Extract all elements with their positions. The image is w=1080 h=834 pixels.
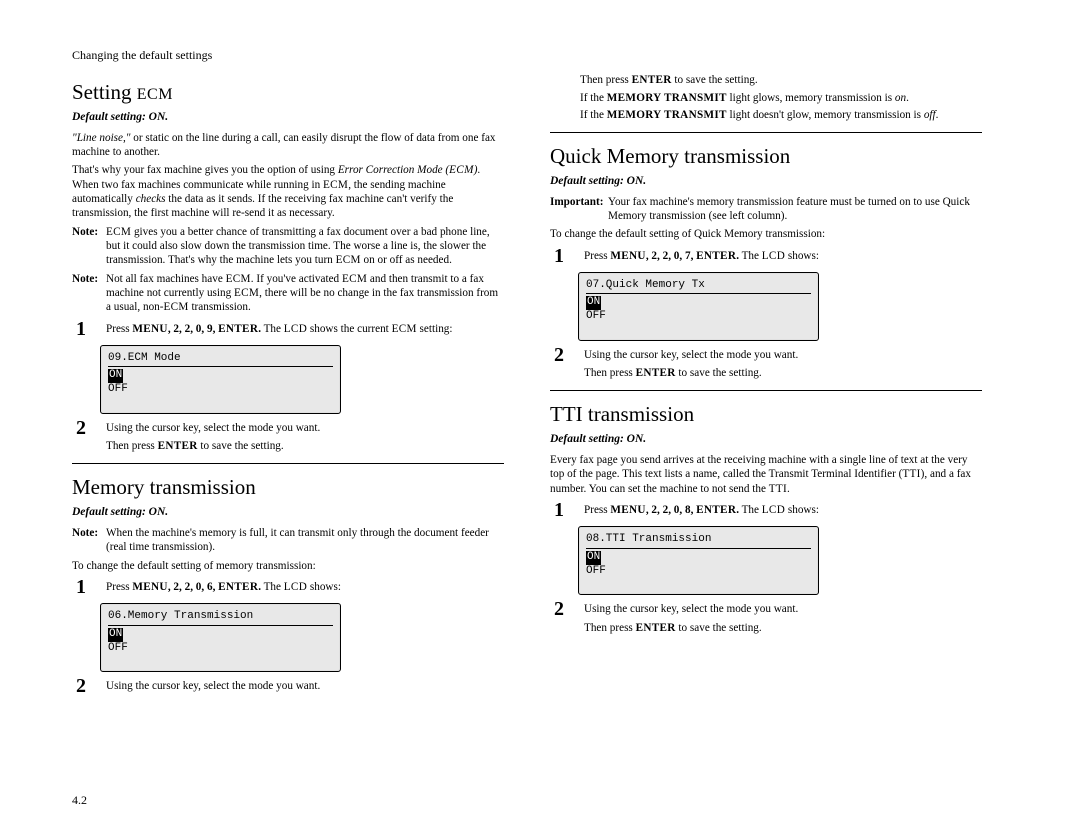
qm-intro: To change the default setting of Quick M… — [550, 227, 982, 241]
lcd-tti: 08.TTI Transmission ON OFF — [578, 526, 819, 595]
default-setting-ecm: Default setting: ON. — [72, 110, 504, 125]
default-setting-qm: Default setting: ON. — [550, 174, 982, 189]
default-setting-memtx: Default setting: ON. — [72, 505, 504, 520]
right-column: Then press ENTER to save the setting. If… — [550, 69, 982, 700]
qm-step-1: 1 Press MENU, 2, 2, 0, 7, ENTER. The LCD… — [554, 246, 982, 266]
default-setting-tti: Default setting: ON. — [550, 432, 982, 447]
ecm-step-2: 2 Using the cursor key, select the mode … — [76, 418, 504, 454]
tti-step-1: 1 Press MENU, 2, 2, 0, 8, ENTER. The LCD… — [554, 500, 982, 520]
divider — [550, 390, 982, 391]
tti-para: Every fax page you send arrives at the r… — [550, 453, 982, 496]
page: Changing the default settings Setting EC… — [0, 0, 1080, 730]
ecm-para-2: That's why your fax machine gives you th… — [72, 163, 504, 220]
lcd-memtx: 06.Memory Transmission ON OFF — [100, 603, 341, 672]
memtx-note: Note: When the machine's memory is full,… — [72, 526, 504, 555]
tti-step-2: 2 Using the cursor key, select the mode … — [554, 599, 982, 635]
ecm-note-1: Note: ECM gives you a better chance of t… — [72, 225, 504, 268]
left-column: Setting ECM Default setting: ON. "Line n… — [72, 69, 504, 700]
heading-quick-memory: Quick Memory transmission — [550, 143, 982, 170]
heading-memory-tx: Memory transmission — [72, 474, 504, 501]
ecm-step-1: 1 Press MENU, 2, 2, 0, 9, ENTER. The LCD… — [76, 319, 504, 339]
heading-text: Setting — [72, 80, 137, 104]
ecm-note-2: Note: Not all fax machines have ECM. If … — [72, 272, 504, 315]
divider — [550, 132, 982, 133]
memtx-step-1: 1 Press MENU, 2, 2, 0, 6, ENTER. The LCD… — [76, 577, 504, 597]
columns: Setting ECM Default setting: ON. "Line n… — [72, 69, 1020, 700]
lcd-qm: 07.Quick Memory Tx ON OFF — [578, 272, 819, 341]
lcd-ecm: 09.ECM Mode ON OFF — [100, 345, 341, 414]
memtx-step-2: 2 Using the cursor key, select the mode … — [76, 676, 504, 696]
page-number: 4.2 — [72, 793, 87, 808]
memtx-continuation: Then press ENTER to save the setting. If… — [550, 73, 982, 122]
qm-step-2: 2 Using the cursor key, select the mode … — [554, 345, 982, 381]
qm-important: Important: Your fax machine's memory tra… — [550, 195, 982, 224]
divider — [72, 463, 504, 464]
heading-setting-ecm: Setting ECM — [72, 79, 504, 106]
ecm-para-1: "Line noise," or static on the line duri… — [72, 131, 504, 160]
running-head: Changing the default settings — [72, 48, 1020, 63]
heading-tti: TTI transmission — [550, 401, 982, 428]
heading-smallcaps: ECM — [137, 86, 173, 103]
memtx-intro: To change the default setting of memory … — [72, 559, 504, 573]
